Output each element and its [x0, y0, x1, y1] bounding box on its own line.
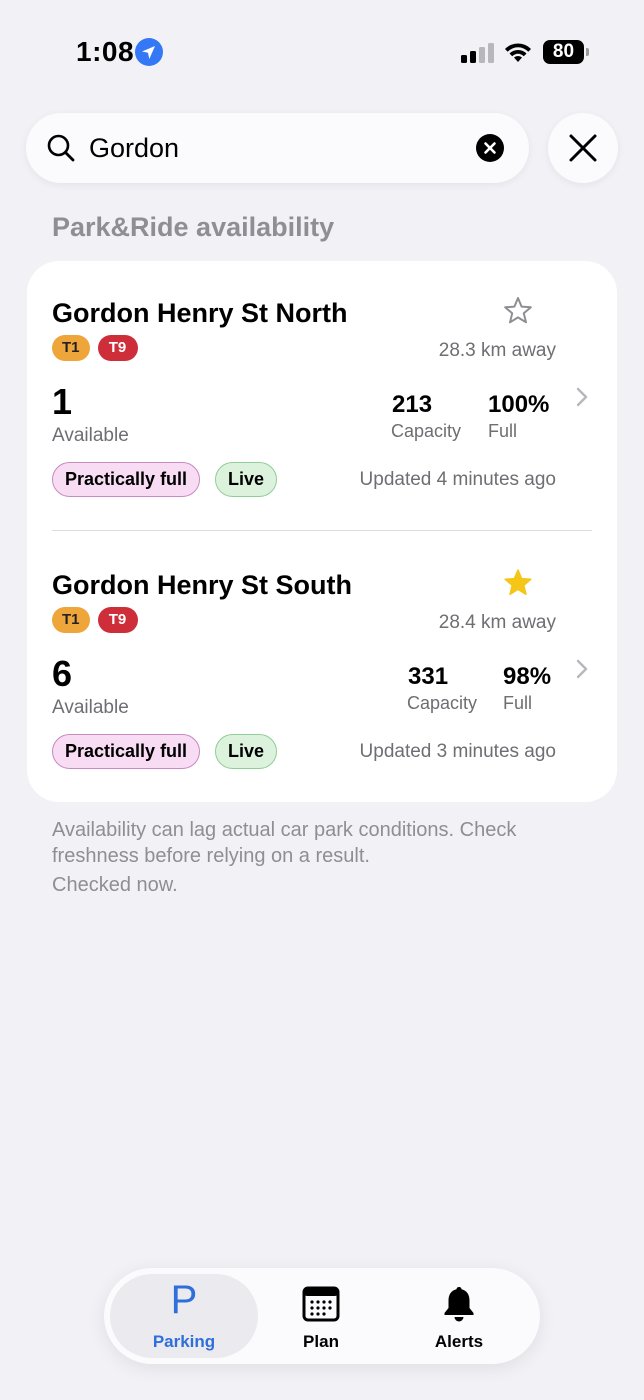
tab-plan[interactable]: Plan: [247, 1274, 395, 1358]
updated-text: Updated 4 minutes ago: [359, 469, 556, 490]
available-label: Available: [52, 425, 129, 446]
car-park-name: Gordon Henry St North: [52, 298, 348, 328]
location-arrow-icon: [135, 38, 163, 66]
clear-search-button[interactable]: [476, 134, 504, 162]
tab-label: Plan: [303, 1332, 339, 1351]
line-badges: T1 T9: [52, 335, 138, 361]
disclaimer-text: Availability can lag actual car park con…: [52, 819, 517, 867]
tab-alerts[interactable]: Alerts: [385, 1274, 533, 1358]
battery-icon: 80: [543, 40, 589, 64]
star-outline-icon[interactable]: [502, 295, 534, 327]
status-time: 1:08: [76, 36, 135, 67]
tab-parking[interactable]: P Parking: [110, 1274, 258, 1358]
live-badge: Live: [215, 462, 278, 497]
chevron-right-icon: [576, 387, 588, 407]
line-badge-t9: T9: [97, 607, 138, 633]
full-percentage: 100%: [488, 391, 550, 418]
car-park-item[interactable]: Gordon Henry St North T1 T9 28.3 km away…: [27, 261, 617, 531]
cellular-signal-icon: [461, 43, 494, 63]
chevron-right-icon: [576, 659, 588, 679]
wifi-icon: [505, 43, 531, 62]
search-input[interactable]: [89, 127, 469, 169]
close-icon: [569, 134, 597, 162]
distance-text: 28.4 km away: [438, 612, 556, 633]
capacity-value: 213: [392, 391, 433, 418]
live-badge: Live: [215, 734, 278, 769]
line-badge-t9: T9: [97, 335, 138, 361]
capacity-value: 331: [408, 663, 449, 690]
clear-icon: [484, 142, 496, 154]
battery-level: 80: [543, 40, 584, 64]
full-label: Full: [503, 693, 533, 713]
search-icon: [47, 134, 75, 162]
close-search-button[interactable]: [548, 113, 618, 183]
tab-label: Alerts: [434, 1332, 484, 1351]
full-percentage: 98%: [503, 663, 552, 690]
tab-bar: P Parking Plan Alerts: [104, 1268, 540, 1364]
status-bar: 1:08 80: [0, 0, 644, 104]
distance-text: 28.3 km away: [438, 340, 556, 361]
capacity-label: Capacity: [391, 421, 462, 441]
line-badges: T1 T9: [52, 607, 138, 633]
car-park-item[interactable]: Gordon Henry St South T1 T9 28.4 km away…: [27, 533, 617, 803]
bell-icon: [444, 1287, 474, 1322]
status-badge: Practically full: [52, 462, 201, 497]
tab-label: Parking: [152, 1332, 216, 1351]
updated-text: Updated 3 minutes ago: [359, 741, 556, 762]
results-card: Gordon Henry St North T1 T9 28.3 km away…: [27, 261, 617, 802]
section-title: Park&Ride availability: [52, 212, 335, 242]
parking-icon: P: [170, 1278, 198, 1322]
search-bar[interactable]: [26, 113, 529, 183]
checked-status: Checked now.: [52, 874, 178, 896]
car-park-name: Gordon Henry St South: [52, 570, 352, 600]
line-badge-t1: T1: [52, 335, 90, 361]
status-badge: Practically full: [52, 734, 201, 769]
available-count: 6: [52, 653, 73, 694]
available-count: 1: [52, 381, 73, 422]
full-label: Full: [488, 421, 518, 441]
available-label: Available: [52, 697, 129, 718]
capacity-label: Capacity: [407, 693, 478, 713]
star-filled-icon[interactable]: [502, 567, 534, 599]
calendar-icon: [302, 1286, 340, 1322]
divider: [52, 530, 592, 531]
line-badge-t1: T1: [52, 607, 90, 633]
